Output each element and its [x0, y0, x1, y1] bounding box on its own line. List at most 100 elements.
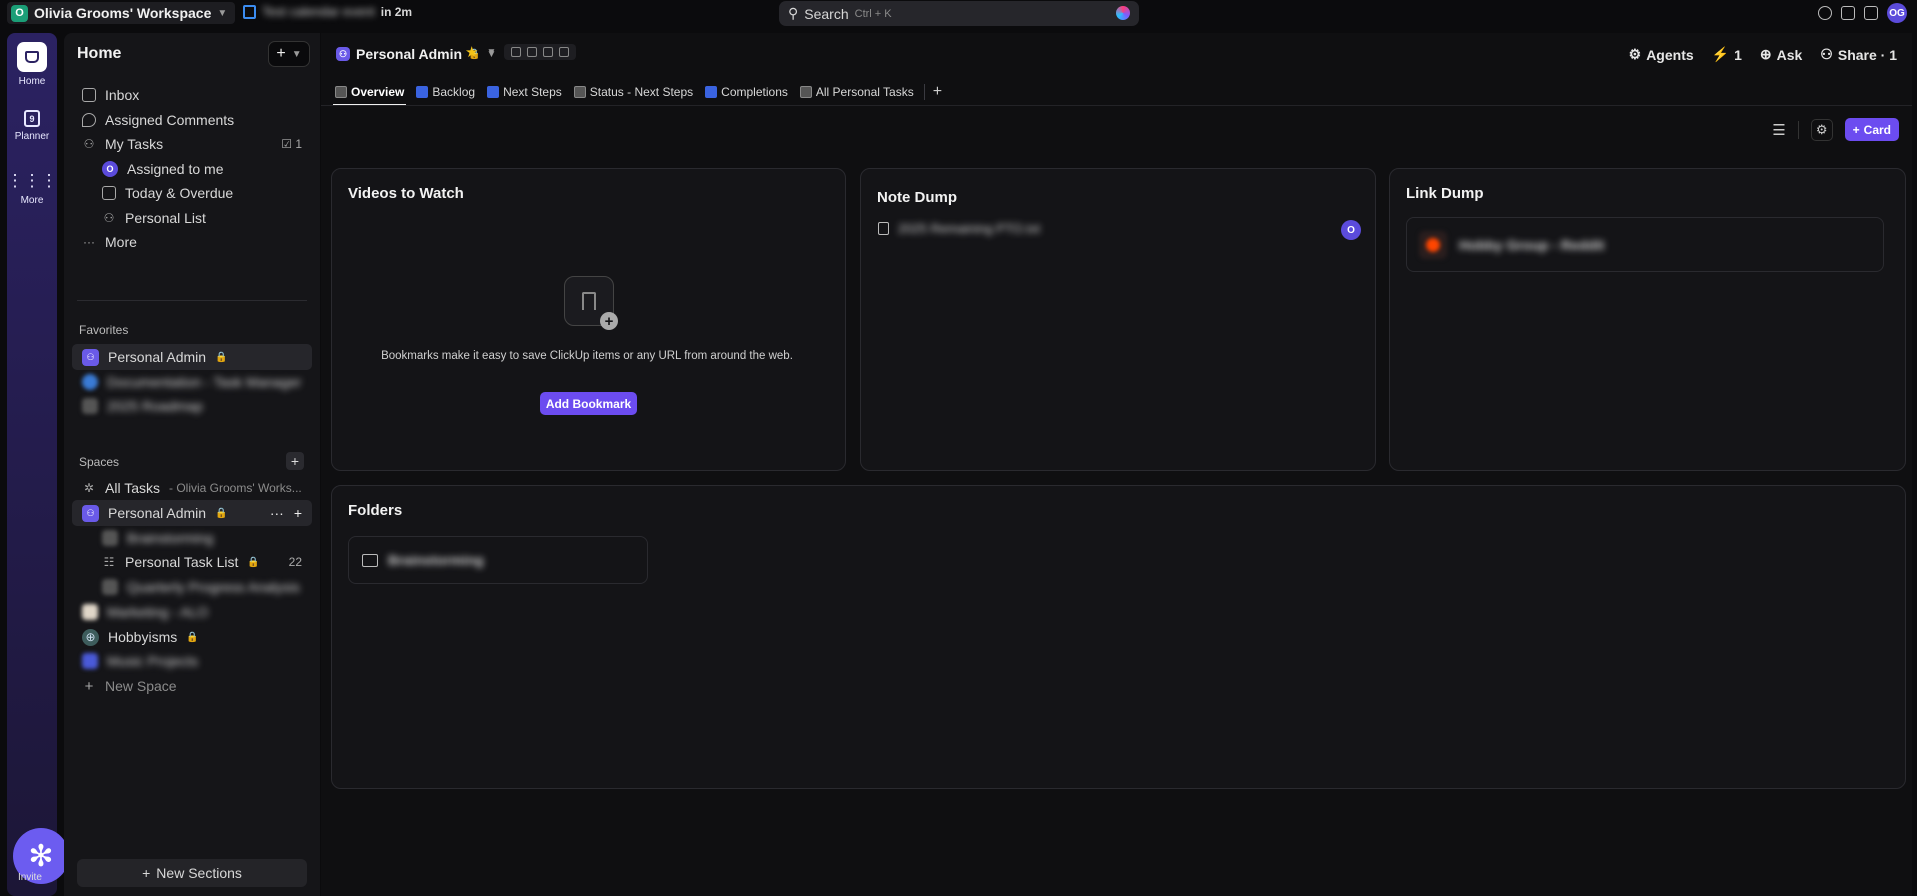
share-button[interactable]: ⚇ Share · 1	[1820, 46, 1897, 63]
tab-completions[interactable]: Completions	[703, 79, 790, 105]
inbox-tray-icon[interactable]	[1841, 6, 1855, 20]
search-label: Search	[804, 5, 849, 22]
lightning-icon: ⚡	[1711, 46, 1730, 62]
favorite-roadmap[interactable]: 2025 Roadmap	[72, 393, 312, 419]
user-avatar-icon: O	[102, 161, 118, 177]
sidebar-item-more[interactable]: ··· More	[72, 229, 312, 255]
tab-divider	[923, 84, 925, 100]
space-item-label: Quarterly Progress Analysis	[127, 579, 300, 595]
new-space-button[interactable]: + New Space	[72, 673, 312, 699]
quick-tools	[504, 44, 577, 60]
comment-icon	[82, 113, 96, 127]
favorite-personal-admin[interactable]: ⚇ Personal Admin 🔒	[72, 344, 312, 370]
ellipsis-icon: ···	[83, 235, 95, 249]
ai-brain-icon[interactable]	[1116, 6, 1130, 20]
add-view-button[interactable]: +	[933, 83, 942, 101]
sidebar-item-personal-list[interactable]: ⚇ Personal List	[72, 205, 312, 231]
sidebar-create-button[interactable]: + ▼	[268, 41, 310, 67]
workspace-switcher[interactable]: O Olivia Grooms' Workspace ▼	[7, 2, 236, 24]
calendar-reminder[interactable]: Test calendar event in 2m	[243, 4, 412, 19]
reddit-icon	[1419, 230, 1447, 259]
sidebar-item-assigned-to-me[interactable]: O Assigned to me	[72, 156, 312, 182]
assignee-icon[interactable]	[527, 47, 538, 57]
my-tasks-count-value: 1	[295, 137, 302, 151]
add-card-button[interactable]: + Card	[1844, 118, 1899, 141]
tab-label: Backlog	[432, 85, 476, 99]
lock-icon: 🔒	[186, 631, 199, 643]
add-bookmark-button[interactable]: Add Bookmark	[540, 392, 637, 415]
create-task-icon[interactable]	[1818, 6, 1832, 20]
sidebar-item-today-overdue[interactable]: Today & Overdue	[72, 180, 312, 206]
space-marketing[interactable]: Marketing - ALO	[72, 599, 312, 625]
link-dump-card: Link Dump Hobby Group - Reddit	[1389, 168, 1906, 471]
space-item-personal-task-list[interactable]: ☷ Personal Task List 🔒 22	[72, 549, 312, 575]
notepad-icon[interactable]	[1864, 6, 1878, 20]
share-user-icon: ⚇	[1820, 46, 1833, 62]
flag-icon[interactable]	[543, 47, 554, 57]
link-item[interactable]: Hobby Group - Reddit	[1406, 217, 1884, 272]
tab-backlog[interactable]: Backlog	[414, 79, 477, 105]
sidebar-item-all-tasks[interactable]: ✲ All Tasks - Olivia Grooms' Works...	[72, 475, 312, 501]
space-music-projects[interactable]: Music Projects	[72, 648, 312, 674]
rail-planner[interactable]: 9 Planner	[7, 110, 57, 142]
filter-icon[interactable]: ☰	[1772, 121, 1785, 139]
plus-icon[interactable]: +	[294, 505, 302, 521]
tab-status-next-steps[interactable]: Status - Next Steps	[572, 79, 695, 105]
space-personal-admin[interactable]: ⚇ Personal Admin 🔒 ··· +	[72, 500, 312, 526]
note-item[interactable]: 2025 Remaining PTO.txt	[878, 221, 1040, 236]
dashboard-toolbar: ☰ ⚙ + Card	[1772, 118, 1899, 141]
link-item-title: Hobby Group - Reddit	[1459, 236, 1605, 253]
spaces-heading: Spaces	[79, 455, 120, 469]
automation-button[interactable]: ⚡ 1	[1712, 46, 1742, 63]
rail-planner-label: Planner	[14, 131, 50, 142]
tab-all-personal-tasks[interactable]: All Personal Tasks	[798, 79, 916, 105]
folder-item[interactable]: Brainstorming	[348, 536, 648, 584]
rail-more[interactable]: ⋮⋮⋮ More	[7, 171, 58, 206]
description-icon[interactable]	[511, 47, 522, 57]
agents-button[interactable]: ⚙ Agents	[1629, 46, 1694, 63]
tab-overview[interactable]: Overview	[333, 79, 407, 106]
sidebar-item-label: Assigned to me	[127, 161, 224, 177]
chevron-down-icon: ▼	[217, 7, 228, 19]
folders-card: Folders Brainstorming	[331, 485, 1906, 789]
note-dump-card: Note Dump 2025 Remaining PTO.txt O	[860, 168, 1376, 471]
ask-label: Ask	[1776, 46, 1803, 63]
tab-next-steps[interactable]: Next Steps	[485, 79, 564, 105]
ellipsis-icon[interactable]: ···	[270, 505, 284, 521]
invite-label[interactable]: Invite	[18, 872, 42, 883]
sidebar-divider	[77, 300, 307, 301]
search-bar[interactable]: ⚲ Search Ctrl + K	[779, 1, 1139, 26]
space-item-brainstorming[interactable]: Brainstorming	[72, 525, 312, 551]
favorite-documentation[interactable]: Documentation - Task Manager	[72, 369, 312, 395]
rail-home[interactable]: Home	[7, 42, 57, 87]
space-item-quarterly-progress[interactable]: Quarterly Progress Analysis	[72, 574, 312, 600]
user-avatar[interactable]: OG	[1887, 3, 1907, 23]
space-hobbyisms[interactable]: ⊕ Hobbyisms 🔒	[72, 624, 312, 650]
header-divider	[321, 105, 1912, 106]
tab-label: Overview	[351, 85, 405, 99]
chevron-down-icon[interactable]: ▼	[486, 47, 496, 58]
new-sections-button[interactable]: + New Sections	[77, 859, 307, 887]
space-label: Personal Admin	[108, 505, 207, 521]
date-icon[interactable]	[559, 47, 570, 57]
board-icon	[705, 86, 718, 98]
sidebar-item-assigned-comments[interactable]: Assigned Comments	[72, 107, 312, 133]
breadcrumb-tools: ★ ▼	[465, 43, 577, 61]
lock-icon: 🔒	[215, 507, 228, 519]
user-list-icon: ⚇	[103, 211, 115, 225]
settings-gear-icon[interactable]: ⚙	[1810, 118, 1833, 141]
space-label: Hobbyisms	[108, 629, 178, 645]
sidebar-item-label: Today & Overdue	[125, 185, 234, 201]
sidebar-item-my-tasks[interactable]: ⚇ My Tasks ☑ 1	[72, 131, 312, 157]
breadcrumb-title: Personal Admin	[356, 46, 463, 62]
list-icon	[82, 398, 98, 414]
space-label: Marketing - ALO	[107, 604, 209, 620]
top-bar: O Olivia Grooms' Workspace ▼ Test calend…	[0, 0, 1917, 28]
sidebar-item-inbox[interactable]: Inbox	[72, 82, 312, 108]
table-icon	[799, 86, 812, 98]
add-space-button[interactable]: +	[286, 452, 304, 470]
ask-button[interactable]: ⊕ Ask	[1760, 46, 1802, 63]
folder-item-title: Brainstorming	[388, 552, 484, 568]
star-icon[interactable]: ★	[465, 43, 478, 61]
toolbar-divider	[1797, 120, 1799, 139]
